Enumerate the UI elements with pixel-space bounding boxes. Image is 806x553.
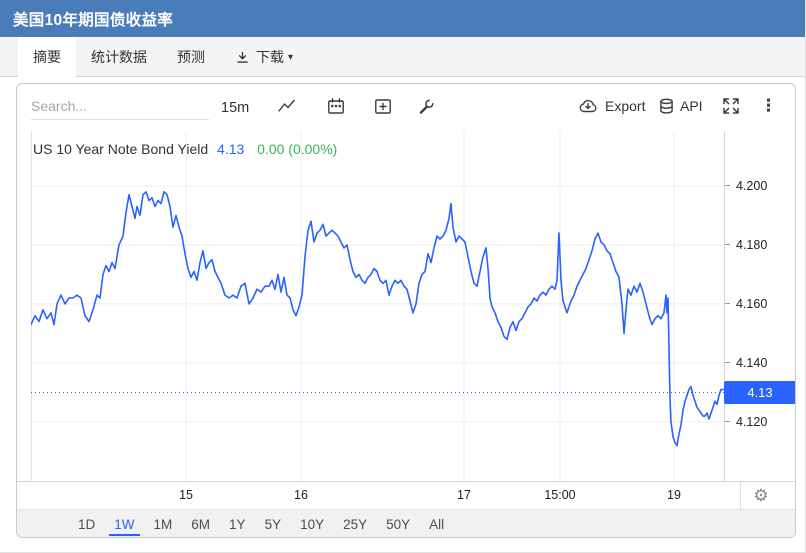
current-value-badge: 4.13 xyxy=(724,381,796,404)
plus-square-glyph xyxy=(374,98,392,115)
wrench-glyph xyxy=(417,98,435,115)
y-tick-4.120: 4.120 xyxy=(725,414,767,430)
series-name: US 10 Year Note Bond Yield xyxy=(33,141,208,157)
page-title: 美国10年期国债收益率 xyxy=(13,8,173,30)
x-tick-19: 19 xyxy=(667,488,681,502)
range-button-25y[interactable]: 25Y xyxy=(338,514,372,536)
y-tick-4.140: 4.140 xyxy=(725,355,767,371)
tab-label: 摘要 xyxy=(33,47,61,67)
tab-forecast[interactable]: 预测 xyxy=(162,37,220,77)
chart-toolbar: 15m xyxy=(17,84,795,130)
tab-download[interactable]: 下载 ▾ xyxy=(220,37,308,77)
x-tick-labels: 15 16 17 15:00 19 xyxy=(31,482,724,510)
compare-add-icon[interactable] xyxy=(372,93,394,119)
search-input[interactable] xyxy=(31,92,209,120)
y-tick-4.180: 4.180 xyxy=(725,237,767,253)
y-tick-4.200: 4.200 xyxy=(725,178,767,194)
current-value-label: 4.13 xyxy=(747,385,772,400)
y-tick-4.160: 4.160 xyxy=(725,296,767,312)
tab-summary[interactable]: 摘要 xyxy=(18,37,76,77)
range-button-1d[interactable]: 1D xyxy=(73,514,100,536)
range-button-10y[interactable]: 10Y xyxy=(295,514,329,536)
chart-settings-button[interactable]: ⚙ xyxy=(747,483,775,509)
download-icon xyxy=(235,50,250,65)
range-selector-bar: 1D 1W 1M 6M 1Y 5Y 10Y 25Y 50Y All xyxy=(17,509,795,538)
series-change: 0.00 (0.00%) xyxy=(257,141,337,157)
tab-label: 统计数据 xyxy=(91,47,147,67)
axis-divider xyxy=(740,482,741,510)
range-button-6m[interactable]: 6M xyxy=(186,514,215,536)
api-button[interactable]: API xyxy=(657,93,705,119)
fullscreen-button[interactable] xyxy=(720,93,742,119)
x-axis[interactable]: 15 16 17 15:00 19 ⚙ xyxy=(17,481,795,509)
export-button[interactable]: Export xyxy=(575,93,647,119)
x-tick-15: 15 xyxy=(179,488,193,502)
chart-legend: US 10 Year Note Bond Yield 4.13 0.00 (0.… xyxy=(33,141,337,157)
page: 美国10年期国债收益率 摘要 统计数据 预测 下载 ▾ 15m xyxy=(0,0,806,553)
tab-stats[interactable]: 统计数据 xyxy=(76,37,162,77)
caret-down-icon: ▾ xyxy=(288,52,293,63)
x-tick-16: 16 xyxy=(294,488,308,502)
line-chart-icon xyxy=(277,98,296,114)
interval-button[interactable]: 15m xyxy=(219,95,251,121)
tab-label: 下载 xyxy=(256,47,284,67)
tab-bar: 摘要 统计数据 预测 下载 ▾ xyxy=(0,37,806,77)
x-tick-15:00: 15:00 xyxy=(544,488,575,502)
calendar-icon[interactable] xyxy=(325,93,347,119)
price-chart[interactable] xyxy=(31,131,724,481)
range-button-1m[interactable]: 1M xyxy=(149,514,178,536)
price-line xyxy=(31,192,724,446)
api-label: API xyxy=(680,98,703,114)
export-label: Export xyxy=(605,98,645,114)
indicators-wrench-icon[interactable] xyxy=(415,93,437,119)
window-header: 美国10年期国债收益率 xyxy=(0,0,806,37)
calendar-glyph xyxy=(327,98,345,115)
database-icon xyxy=(659,98,674,115)
series-value: 4.13 xyxy=(217,141,244,157)
range-button-50y[interactable]: 50Y xyxy=(381,514,415,536)
y-axis[interactable]: 4.200 4.180 4.160 4.140 4.120 xyxy=(724,131,796,481)
more-menu-kebab-icon[interactable]: ⋮ xyxy=(758,93,779,119)
range-button-1y[interactable]: 1Y xyxy=(224,514,251,536)
x-tick-17: 17 xyxy=(457,488,471,502)
range-button-all[interactable]: All xyxy=(424,514,449,536)
range-button-1w[interactable]: 1W xyxy=(109,514,139,536)
chart-widget: 15m xyxy=(16,83,796,538)
cloud-download-icon xyxy=(577,98,599,114)
tab-label: 预测 xyxy=(177,47,205,67)
expand-arrows-icon xyxy=(722,97,740,115)
range-button-5y[interactable]: 5Y xyxy=(260,514,287,536)
line-style-icon[interactable] xyxy=(275,93,298,119)
